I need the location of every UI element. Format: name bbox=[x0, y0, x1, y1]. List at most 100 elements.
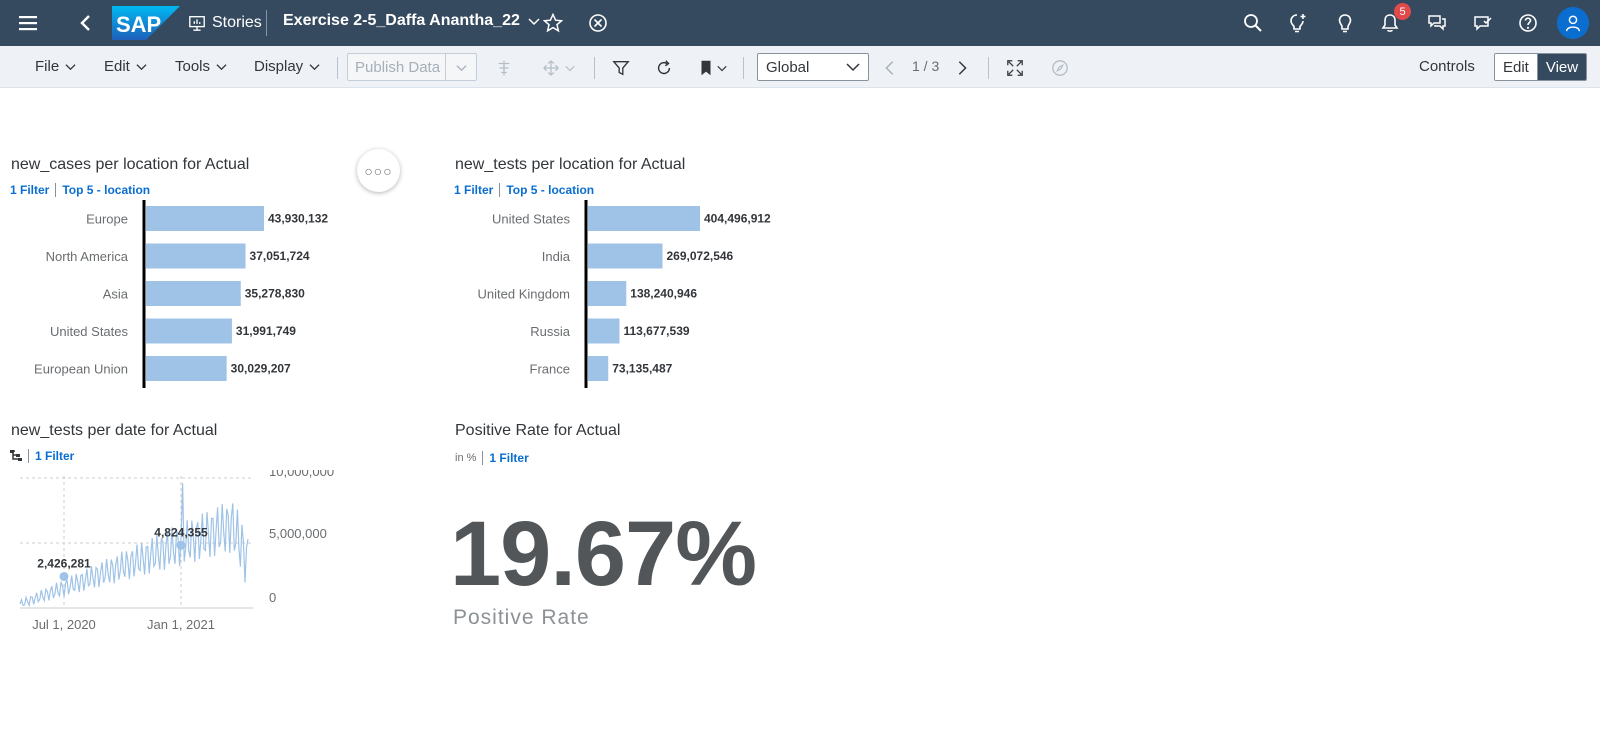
widget-more-actions-button[interactable]: ○○○ bbox=[357, 149, 400, 192]
bar-value-label: 138,240,946 bbox=[630, 287, 697, 301]
positive-rate-unit: in % bbox=[455, 452, 477, 464]
file-menu[interactable]: File bbox=[35, 58, 76, 75]
hierarchy-tool-icon[interactable] bbox=[492, 56, 516, 80]
cases-chart-subheader: 1 Filter Top 5 - location bbox=[10, 183, 150, 197]
bar-mark bbox=[588, 318, 620, 344]
publish-dropdown[interactable] bbox=[445, 54, 476, 80]
presentation-icon bbox=[189, 16, 205, 31]
bar-mark bbox=[146, 281, 241, 306]
bar-mark bbox=[146, 318, 232, 344]
favorite-star-icon[interactable] bbox=[538, 8, 568, 38]
annotation-label: 4,824,355 bbox=[154, 525, 208, 539]
filter-icon[interactable] bbox=[609, 56, 633, 80]
hierarchy-icon bbox=[10, 450, 22, 461]
chevron-down-icon bbox=[136, 64, 147, 71]
positive-rate-filter-link[interactable]: 1 Filter bbox=[489, 451, 528, 465]
chevron-down-icon[interactable] bbox=[714, 56, 730, 80]
more-icon: ○○○ bbox=[364, 162, 393, 179]
smart-insights-icon[interactable] bbox=[1283, 8, 1313, 38]
bar-value-label: 37,051,724 bbox=[250, 249, 310, 263]
cases-top-link[interactable]: Top 5 - location bbox=[62, 183, 150, 197]
subheader-separator bbox=[55, 183, 57, 197]
help-icon[interactable] bbox=[1513, 8, 1543, 38]
move-tool-icon[interactable] bbox=[539, 56, 563, 80]
tests-top-link[interactable]: Top 5 - location bbox=[506, 183, 594, 197]
tests-date-filter-link[interactable]: 1 Filter bbox=[35, 449, 74, 463]
subheader-separator bbox=[482, 451, 484, 465]
fullscreen-icon[interactable] bbox=[1003, 56, 1027, 80]
page-indicator: 1 / 3 bbox=[912, 58, 940, 74]
next-page-icon[interactable] bbox=[950, 56, 974, 80]
positive-rate-label: Positive Rate bbox=[453, 606, 590, 629]
cases-bar-chart: Europe 43,930,132 North America 37,051,724 A… bbox=[34, 200, 328, 388]
tests-date-line-chart: 10,000,000 5,000,000 0 Jul 1, 2020 Jan 1, 20… bbox=[19, 470, 334, 632]
bar-category-label: Russia bbox=[530, 324, 571, 339]
user-avatar[interactable] bbox=[1557, 7, 1589, 39]
publish-data-button[interactable]: Publish Data bbox=[347, 53, 477, 81]
y-tick-label: 10,000,000 bbox=[269, 470, 334, 479]
close-story-icon[interactable] bbox=[583, 8, 613, 38]
bar-mark bbox=[588, 356, 609, 381]
story-title-dropdown[interactable]: Exercise 2-5_Daffa Anantha_22 bbox=[283, 12, 540, 30]
chevron-down-icon bbox=[846, 63, 860, 72]
previous-page-icon[interactable] bbox=[878, 56, 902, 80]
file-menu-label: File bbox=[35, 58, 60, 75]
bar-category-label: United Kingdom bbox=[478, 287, 571, 302]
global-select-value: Global bbox=[766, 58, 810, 76]
tests-bar-chart: United States 404,496,912 India 269,072,546… bbox=[478, 200, 771, 388]
feedback-icon[interactable] bbox=[1468, 8, 1498, 38]
bar-mark bbox=[588, 206, 700, 231]
notification-badge: 5 bbox=[1394, 3, 1411, 20]
bar-mark bbox=[588, 243, 663, 269]
bar-value-label: 73,135,487 bbox=[612, 362, 672, 376]
bar-value-label: 30,029,207 bbox=[231, 362, 291, 376]
bar-value-label: 35,278,830 bbox=[245, 287, 305, 301]
bar-mark bbox=[146, 206, 264, 231]
bar-category-label: United States bbox=[50, 324, 129, 339]
display-menu[interactable]: Display bbox=[254, 58, 320, 75]
search-icon[interactable] bbox=[1238, 8, 1268, 38]
stories-link[interactable]: Stories bbox=[188, 12, 262, 34]
tools-menu[interactable]: Tools bbox=[175, 58, 227, 75]
annotation-label: 2,426,281 bbox=[37, 556, 91, 570]
edit-menu-label: Edit bbox=[104, 58, 130, 75]
shell-bar: SAP Stories Exercise 2-5_Daffa Anantha_2… bbox=[0, 0, 1600, 46]
cases-filter-link[interactable]: 1 Filter bbox=[10, 183, 49, 197]
view-mode-button[interactable]: View bbox=[1537, 54, 1587, 80]
edit-menu[interactable]: Edit bbox=[104, 58, 147, 75]
bar-category-label: European Union bbox=[34, 362, 128, 377]
tests-chart-title: new_tests per location for Actual bbox=[455, 156, 686, 173]
hamburger-menu-icon[interactable] bbox=[13, 8, 43, 38]
edit-mode-button[interactable]: Edit bbox=[1495, 54, 1538, 80]
bar-value-label: 43,930,132 bbox=[268, 212, 328, 226]
chevron-down-icon bbox=[456, 64, 467, 71]
tests-filter-link[interactable]: 1 Filter bbox=[454, 183, 493, 197]
tools-menu-label: Tools bbox=[175, 58, 211, 75]
shell-divider bbox=[266, 10, 267, 36]
explorer-icon[interactable] bbox=[1048, 56, 1072, 80]
story-title: Exercise 2-5_Daffa Anantha_22 bbox=[283, 12, 520, 29]
cases-chart-title: new_cases per location for Actual bbox=[11, 156, 250, 173]
bar-mark bbox=[146, 356, 227, 381]
discussions-icon[interactable] bbox=[1422, 8, 1452, 38]
bar-mark bbox=[588, 281, 627, 306]
global-filter-select[interactable]: Global bbox=[757, 53, 869, 81]
sap-logo-text: SAP bbox=[116, 12, 161, 37]
subheader-separator bbox=[499, 183, 501, 197]
controls-button[interactable]: Controls bbox=[1419, 58, 1475, 75]
chevron-down-icon[interactable] bbox=[562, 56, 578, 80]
toolbar-separator bbox=[988, 57, 989, 79]
refresh-icon[interactable] bbox=[652, 56, 676, 80]
back-icon[interactable] bbox=[71, 8, 101, 38]
lightbulb-icon[interactable] bbox=[1330, 8, 1360, 38]
annotation-point bbox=[176, 540, 186, 550]
bar-value-label: 31,991,749 bbox=[236, 324, 296, 338]
mode-toggle: Edit View bbox=[1494, 53, 1588, 81]
line-series bbox=[19, 483, 249, 608]
sap-logo: SAP bbox=[112, 6, 180, 40]
chevron-down-icon bbox=[309, 64, 320, 71]
positive-rate-title: Positive Rate for Actual bbox=[455, 422, 621, 439]
y-tick-label: 5,000,000 bbox=[269, 526, 327, 541]
story-toolbar: File Edit Tools Display Publish Data Glo… bbox=[0, 46, 1600, 88]
bar-value-label: 269,072,546 bbox=[667, 249, 734, 263]
